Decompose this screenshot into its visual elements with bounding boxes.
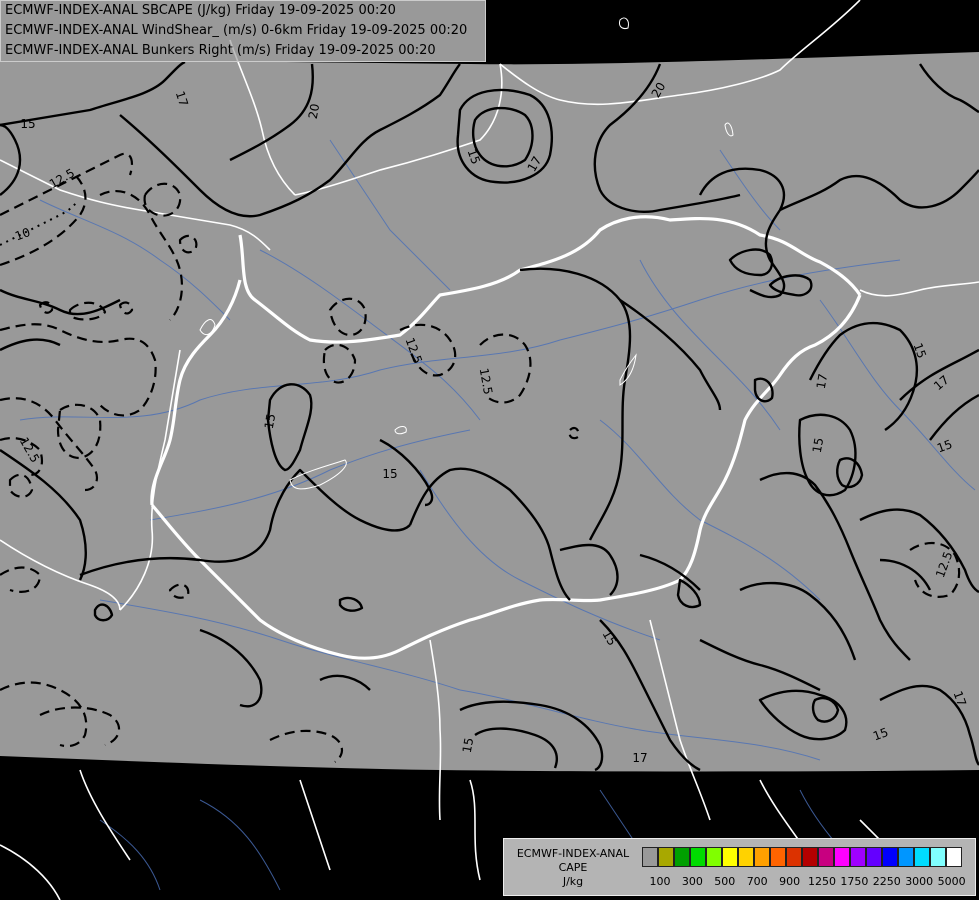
legend-swatch (898, 847, 914, 867)
legend-swatch (706, 847, 722, 867)
cape-legend: ECMWF-INDEX-ANAL CAPE J/kg 100 300 500 700 9… (503, 838, 976, 896)
legend-swatch (882, 847, 898, 867)
legend-swatch (818, 847, 834, 867)
legend-swatch (866, 847, 882, 867)
title-line-windshear: ECMWF-INDEX-ANAL WindShear_ (m/s) 0-6km … (5, 23, 468, 38)
contour-label: 15 (460, 737, 476, 754)
legend-swatch (722, 847, 738, 867)
contour-label: 15 (262, 413, 278, 430)
title-line-sbcape: ECMWF-INDEX-ANAL SBCAPE (J/kg) Friday 19… (5, 3, 396, 18)
legend-tick-label: 5000 (937, 875, 966, 888)
contour-label: 15 (20, 117, 35, 131)
legend-swatch (674, 847, 690, 867)
contour-label: 15 (382, 467, 397, 481)
legend-swatch (834, 847, 850, 867)
legend-swatch (850, 847, 866, 867)
legend-unit: J/kg (562, 875, 584, 888)
contour-label: 17 (814, 373, 830, 390)
legend-variable: CAPE (558, 861, 588, 874)
legend-tick-label: 900 (779, 875, 801, 888)
legend-tick-label: 100 (649, 875, 671, 888)
legend-swatch (802, 847, 818, 867)
title-line-bunkers: ECMWF-INDEX-ANAL Bunkers Right (m/s) Fri… (5, 43, 436, 58)
legend-tick-label: 2250 (872, 875, 901, 888)
legend-source: ECMWF-INDEX-ANAL (516, 847, 630, 860)
contour-label: 17 (632, 751, 647, 765)
legend-swatch (786, 847, 802, 867)
legend-swatch (738, 847, 754, 867)
legend-swatch (754, 847, 770, 867)
legend-title: ECMWF-INDEX-ANAL CAPE J/kg (508, 847, 638, 889)
weather-map: 17201512.51015 172012.512.515151517 171512… (0, 0, 979, 900)
legend-swatches (642, 847, 962, 867)
legend-swatch (914, 847, 930, 867)
legend-swatch (642, 847, 658, 867)
legend-swatch (770, 847, 786, 867)
contour-label: 15 (810, 437, 826, 454)
legend-tick-label: 3000 (905, 875, 934, 888)
title-box: ECMWF-INDEX-ANAL SBCAPE (J/kg) Friday 19… (0, 0, 486, 62)
legend-tick-label: 300 (681, 875, 703, 888)
legend-swatch (658, 847, 674, 867)
legend-tick-label: 1750 (840, 875, 869, 888)
legend-swatch (930, 847, 946, 867)
contour-label: 20 (306, 103, 322, 120)
legend-ticks: 100 300 500 700 900 1250 1750 2250 3000 5000 (642, 875, 972, 889)
legend-tick-label: 500 (714, 875, 736, 888)
legend-swatch (946, 847, 962, 867)
legend-tick-label: 1250 (808, 875, 836, 888)
legend-tick-label: 700 (746, 875, 768, 888)
model-domain-area (0, 52, 979, 772)
legend-swatch (690, 847, 706, 867)
